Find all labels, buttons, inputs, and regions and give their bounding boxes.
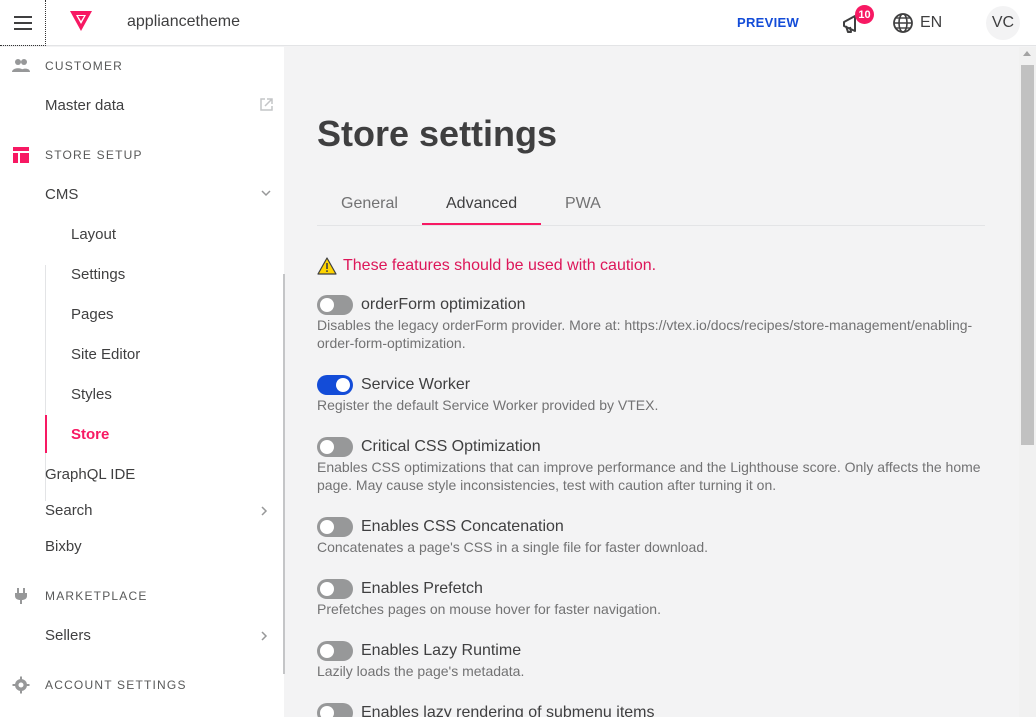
layout-icon [13, 147, 29, 163]
sidebar-sub-item[interactable]: Site Editor [71, 346, 140, 363]
sidebar-item-bixby[interactable]: Bixby [45, 538, 82, 555]
account-name: appliancetheme [127, 13, 240, 30]
sidebar-item-cms[interactable]: CMS [45, 186, 78, 203]
sidebar-item-master-data[interactable]: Master data [45, 97, 124, 114]
preview-link[interactable]: PREVIEW [737, 15, 799, 30]
page-title: Store settings [317, 113, 558, 154]
users-icon [12, 59, 30, 72]
sidebar-item-search[interactable]: Search [45, 502, 93, 519]
css-concatenation-toggle[interactable] [317, 517, 353, 537]
active-tab-indicator [422, 223, 541, 225]
option-description: Lazily loads the page's metadata. [317, 663, 525, 679]
option-title: Enables lazy rendering of submenu items [361, 704, 655, 717]
option-title: Enables Prefetch [361, 580, 483, 597]
option-description: Prefetches pages on mouse hover for fast… [317, 601, 661, 617]
option-css-concatenation: Enables CSS Concatenation Concatenates a… [317, 516, 985, 556]
option-title: Service Worker [361, 376, 471, 393]
vtex-logo-icon[interactable] [68, 10, 94, 32]
option-title: Enables Lazy Runtime [361, 642, 522, 659]
sidebar-sub-item[interactable]: Settings [71, 266, 125, 283]
section-label: MARKETPLACE [45, 589, 148, 603]
page-scrollbar[interactable] [1019, 47, 1036, 717]
section-label: CUSTOMER [45, 59, 124, 73]
language-selector[interactable]: EN [892, 12, 942, 34]
tabs: General Advanced PWA [317, 185, 985, 226]
option-description: Enables CSS optimizations that can impro… [317, 459, 981, 493]
sidebar-sub-item[interactable]: Pages [71, 306, 114, 323]
lazy-runtime-toggle[interactable] [317, 641, 353, 661]
chevron-right-icon[interactable] [258, 630, 270, 642]
notifications-badge: 10 [855, 5, 874, 24]
option-description: Register the default Service Worker prov… [317, 397, 659, 413]
active-indicator [45, 415, 47, 453]
sidebar-sub-item[interactable]: Layout [71, 226, 116, 243]
option-lazy-submenu: Enables lazy rendering of submenu items [317, 702, 985, 717]
scrollbar-thumb[interactable] [1021, 65, 1034, 445]
option-description: Concatenates a page's CSS in a single fi… [317, 539, 709, 555]
service-worker-toggle[interactable] [317, 375, 353, 395]
sidebar-sub-item-active[interactable]: Store [71, 426, 109, 443]
option-prefetch: Enables Prefetch Prefetches pages on mou… [317, 578, 985, 618]
tab-general[interactable]: General [341, 195, 398, 213]
plug-icon [15, 588, 27, 604]
section-label: STORE SETUP [45, 148, 143, 162]
globe-icon [893, 13, 913, 33]
option-title: orderForm optimization [361, 296, 526, 313]
top-bar: appliancetheme PREVIEW 10 EN VC [0, 0, 1036, 46]
warning-icon [317, 257, 337, 275]
hamburger-icon [13, 15, 32, 30]
option-title: Critical CSS Optimization [361, 438, 541, 455]
option-description: Disables the legacy orderForm provider. … [317, 317, 973, 351]
scroll-up-arrow-icon[interactable] [1023, 51, 1031, 56]
tab-advanced[interactable]: Advanced [446, 195, 517, 213]
sidebar-item-graphql-ide[interactable]: GraphQL IDE [45, 466, 135, 483]
option-title: Enables CSS Concatenation [361, 518, 564, 535]
sidebar: CUSTOMER Master data STORE SETUP CMS Lay… [0, 47, 285, 717]
gear-icon [12, 676, 30, 694]
language-label: EN [920, 14, 943, 31]
critical-css-toggle[interactable] [317, 437, 353, 457]
section-label: ACCOUNT SETTINGS [45, 678, 187, 692]
main-content: Store settings General Advanced PWA Thes… [285, 47, 1019, 717]
hamburger-menu-button[interactable] [0, 0, 46, 46]
lazy-submenu-toggle[interactable] [317, 703, 353, 717]
warning-text: These features should be used with cauti… [343, 257, 657, 274]
user-avatar[interactable]: VC [986, 6, 1020, 40]
external-link-icon[interactable] [259, 97, 274, 112]
chevron-right-icon[interactable] [258, 505, 270, 517]
option-orderform-optimization: orderForm optimization Disables the lega… [317, 294, 985, 352]
sidebar-item-sellers[interactable]: Sellers [45, 627, 91, 644]
prefetch-toggle[interactable] [317, 579, 353, 599]
option-lazy-runtime: Enables Lazy Runtime Lazily loads the pa… [317, 640, 985, 680]
orderform-optimization-toggle[interactable] [317, 295, 353, 315]
option-service-worker: Service Worker Register the default Serv… [317, 374, 985, 414]
option-critical-css: Critical CSS Optimization Enables CSS op… [317, 436, 985, 494]
chevron-down-icon[interactable] [260, 187, 272, 199]
caution-warning: These features should be used with cauti… [317, 257, 656, 275]
tab-pwa[interactable]: PWA [565, 195, 601, 213]
sidebar-sub-item[interactable]: Styles [71, 386, 112, 403]
